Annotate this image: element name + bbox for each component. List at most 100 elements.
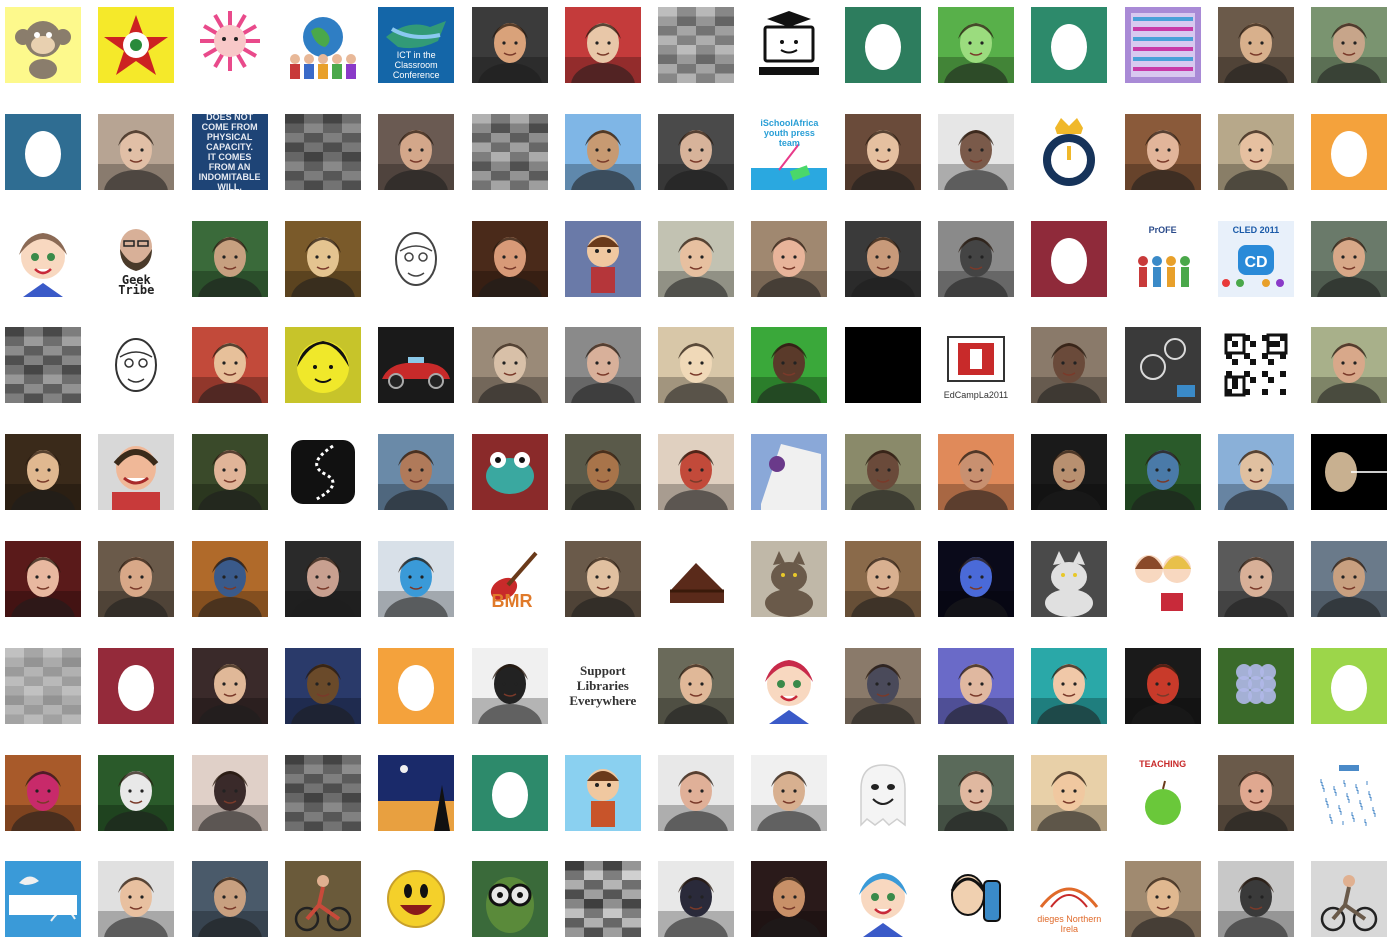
avatar-tile[interactable]: [5, 541, 81, 617]
avatar-tile[interactable]: [98, 754, 175, 831]
avatar-tile[interactable]: [378, 327, 455, 404]
avatar-tile[interactable]: [1217, 434, 1294, 511]
avatar-tile[interactable]: ICT in the Classroom Conference: [378, 7, 455, 83]
avatar-tile[interactable]: [938, 861, 1014, 937]
avatar-tile[interactable]: [1031, 327, 1108, 404]
avatar-tile[interactable]: CD CLED 2011: [1217, 220, 1294, 297]
avatar-tile[interactable]: [1124, 647, 1201, 724]
avatar-tile[interactable]: [1217, 861, 1294, 937]
avatar-tile[interactable]: [1217, 754, 1294, 831]
avatar-tile[interactable]: [5, 434, 81, 511]
avatar-tile[interactable]: [5, 327, 81, 404]
avatar-tile[interactable]: [191, 327, 268, 404]
avatar-tile[interactable]: [471, 327, 548, 404]
avatar-tile[interactable]: [751, 220, 828, 297]
avatar-tile[interactable]: [471, 113, 548, 190]
avatar-tile[interactable]: [751, 647, 828, 724]
avatar-tile[interactable]: [5, 113, 81, 190]
avatar-tile[interactable]: [564, 541, 641, 617]
avatar-tile[interactable]: [658, 7, 735, 83]
avatar-tile[interactable]: [284, 647, 361, 724]
avatar-tile[interactable]: [471, 7, 548, 83]
avatar-tile[interactable]: [1217, 541, 1294, 617]
avatar-tile[interactable]: [284, 7, 361, 83]
avatar-tile[interactable]: [564, 861, 641, 937]
avatar-tile[interactable]: [5, 754, 81, 831]
avatar-tile[interactable]: [564, 7, 641, 83]
avatar-tile[interactable]: [471, 434, 548, 511]
avatar-tile[interactable]: EdCampLa2011: [938, 327, 1014, 404]
avatar-tile[interactable]: [98, 541, 175, 617]
avatar-tile[interactable]: [1311, 541, 1388, 617]
avatar-tile[interactable]: [284, 220, 361, 297]
avatar-tile[interactable]: [1031, 113, 1108, 190]
avatar-tile[interactable]: [658, 113, 735, 190]
avatar-tile[interactable]: [844, 647, 921, 724]
avatar-tile[interactable]: [844, 327, 921, 404]
avatar-tile[interactable]: [1311, 113, 1388, 190]
avatar-tile[interactable]: [471, 647, 548, 724]
avatar-tile[interactable]: [284, 327, 361, 404]
avatar-tile[interactable]: [98, 327, 175, 404]
avatar-tile[interactable]: [844, 861, 921, 937]
avatar-tile[interactable]: [1031, 434, 1108, 511]
avatar-tile[interactable]: [658, 861, 735, 937]
avatar-tile[interactable]: [378, 647, 455, 724]
avatar-tile[interactable]: [191, 541, 268, 617]
avatar-tile[interactable]: [938, 7, 1014, 83]
avatar-tile[interactable]: [191, 7, 268, 83]
avatar-tile[interactable]: [1217, 113, 1294, 190]
avatar-tile[interactable]: [471, 861, 548, 937]
avatar-tile[interactable]: [191, 754, 268, 831]
avatar-tile[interactable]: [1217, 7, 1294, 83]
avatar-tile[interactable]: [1031, 754, 1108, 831]
avatar-tile[interactable]: [844, 7, 921, 83]
avatar-tile[interactable]: [98, 647, 175, 724]
avatar-tile[interactable]: [751, 327, 828, 404]
avatar-tile[interactable]: [5, 220, 81, 297]
avatar-tile[interactable]: [1124, 541, 1201, 617]
avatar-tile[interactable]: [471, 220, 548, 297]
avatar-tile[interactable]: [1124, 113, 1201, 190]
avatar-tile[interactable]: [658, 327, 735, 404]
avatar-tile[interactable]: [378, 541, 455, 617]
avatar-tile[interactable]: [564, 327, 641, 404]
avatar-tile[interactable]: [98, 113, 175, 190]
avatar-tile[interactable]: [658, 754, 735, 831]
avatar-tile[interactable]: TEACHING: [1124, 754, 1201, 831]
avatar-tile[interactable]: [378, 434, 455, 511]
avatar-tile[interactable]: [1031, 541, 1108, 617]
avatar-tile[interactable]: [1217, 327, 1294, 404]
avatar-tile[interactable]: [844, 754, 921, 831]
avatar-tile[interactable]: [284, 113, 361, 190]
avatar-tile[interactable]: DOES NOT COME FROM PHYSICAL CAPACITY. IT…: [191, 113, 268, 190]
avatar-tile[interactable]: [751, 754, 828, 831]
avatar-tile[interactable]: [751, 7, 828, 83]
avatar-tile[interactable]: [564, 113, 641, 190]
avatar-tile[interactable]: [1311, 327, 1388, 404]
avatar-tile[interactable]: [938, 113, 1014, 190]
avatar-tile[interactable]: Support Libraries Everywhere: [564, 647, 641, 724]
avatar-tile[interactable]: [5, 647, 81, 724]
avatar-tile[interactable]: PrOFE: [1124, 220, 1201, 297]
avatar-tile[interactable]: [378, 220, 455, 297]
avatar-tile[interactable]: [751, 434, 828, 511]
avatar-tile[interactable]: [191, 220, 268, 297]
avatar-tile[interactable]: [284, 541, 361, 617]
avatar-tile[interactable]: iSchoolAfrica youth press team: [751, 113, 828, 190]
avatar-tile[interactable]: [1217, 647, 1294, 724]
avatar-tile[interactable]: [844, 113, 921, 190]
avatar-tile[interactable]: [378, 113, 455, 190]
avatar-tile[interactable]: [844, 541, 921, 617]
avatar-tile[interactable]: [938, 754, 1014, 831]
avatar-tile[interactable]: [284, 754, 361, 831]
avatar-tile[interactable]: [98, 7, 175, 83]
avatar-tile[interactable]: [751, 861, 828, 937]
avatar-tile[interactable]: [658, 434, 735, 511]
avatar-tile[interactable]: [98, 861, 175, 937]
avatar-tile[interactable]: [938, 647, 1014, 724]
avatar-tile[interactable]: [471, 754, 548, 831]
avatar-tile[interactable]: [1124, 861, 1201, 937]
avatar-tile[interactable]: [658, 541, 735, 617]
avatar-tile[interactable]: [844, 434, 921, 511]
